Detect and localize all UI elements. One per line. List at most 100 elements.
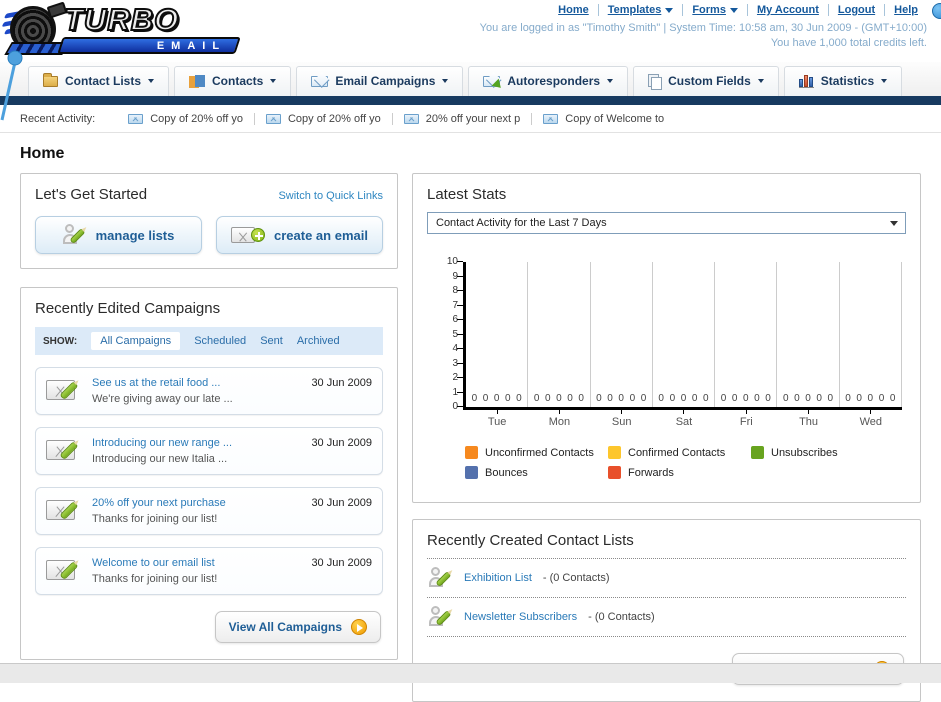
campaign-date: 30 Jun 2009 bbox=[311, 497, 372, 509]
legend-swatch bbox=[465, 466, 478, 479]
data-value-label: 0 bbox=[816, 393, 822, 404]
header-link-my-account[interactable]: My Account bbox=[748, 4, 829, 16]
help-balloon-icon[interactable] bbox=[932, 3, 941, 19]
contact-list-row[interactable]: Newsletter Subscribers - (0 Contacts) bbox=[427, 598, 906, 637]
legend-label: Forwards bbox=[628, 466, 674, 479]
button-label: create an email bbox=[274, 227, 368, 243]
recent-activity-item[interactable]: Copy of Welcome to bbox=[532, 113, 675, 125]
header-link-forms[interactable]: Forms bbox=[683, 4, 748, 16]
x-axis-label: Fri bbox=[739, 416, 753, 428]
y-axis-label: 3 bbox=[452, 357, 458, 369]
chart-category-group: 00000 bbox=[653, 262, 716, 407]
y-axis-tick bbox=[457, 304, 463, 306]
x-axis-label: Mon bbox=[548, 416, 571, 428]
campaign-subtitle: Introducing our new Italia ... bbox=[92, 453, 228, 465]
data-value-label: 0 bbox=[878, 393, 885, 404]
tab-label: Contact Lists bbox=[65, 74, 142, 88]
stats-period-select[interactable]: Contact Activity for the Last 7 Days bbox=[427, 212, 906, 234]
envelope-icon bbox=[128, 113, 144, 124]
tab-label: Custom Fields bbox=[668, 74, 751, 88]
view-all-campaigns-button[interactable]: View All Campaigns bbox=[214, 611, 381, 643]
recent-activity-bar: Recent Activity: Copy of 20% off yo Copy… bbox=[0, 105, 941, 133]
activity-item-label: 20% off your next p bbox=[425, 112, 521, 125]
campaign-row[interactable]: See us at the retail food ... We're givi… bbox=[35, 367, 383, 415]
contact-list-link[interactable]: Exhibition List bbox=[464, 572, 532, 584]
x-axis-tick bbox=[808, 410, 810, 414]
campaign-filters: SHOW: All Campaigns Scheduled Sent Archi… bbox=[35, 327, 383, 355]
contact-list-link[interactable]: Newsletter Subscribers bbox=[464, 611, 577, 623]
contact-list-count: - (0 Contacts) bbox=[588, 611, 655, 623]
contact-list-row[interactable]: Exhibition List - (0 Contacts) bbox=[427, 559, 906, 598]
campaign-title-link[interactable]: See us at the retail food ... bbox=[92, 375, 301, 391]
header-link-help[interactable]: Help bbox=[885, 4, 927, 16]
switch-quick-links-link[interactable]: Switch to Quick Links bbox=[278, 190, 383, 202]
chevron-down-icon bbox=[270, 79, 277, 83]
x-axis-tick bbox=[558, 410, 560, 414]
recent-activity-item[interactable]: 20% off your next p bbox=[393, 112, 533, 125]
main-nav: Contact Lists Contacts Email Campaigns A… bbox=[0, 62, 941, 96]
data-value-label: 0 bbox=[556, 393, 562, 404]
contact-list-count: - (0 Contacts) bbox=[542, 572, 610, 584]
x-axis-cell: Fri bbox=[715, 410, 777, 428]
campaign-title-link[interactable]: 20% off your next purchase bbox=[92, 495, 301, 511]
data-value-label: 0 bbox=[720, 393, 727, 404]
filter-archived[interactable]: Archived bbox=[297, 335, 340, 347]
y-axis-tick bbox=[457, 319, 463, 320]
header-link-templates[interactable]: Templates bbox=[599, 4, 684, 16]
link-label: My Account bbox=[756, 4, 819, 16]
tab-email-campaigns[interactable]: Email Campaigns bbox=[296, 66, 464, 96]
chart-category-group: 00000 bbox=[777, 262, 840, 407]
chevron-down-icon bbox=[665, 7, 674, 13]
recent-activity-item[interactable]: Copy of 20% off yo bbox=[117, 112, 255, 125]
chart-category-group: 00000 bbox=[840, 262, 902, 407]
envelope-plus-icon bbox=[231, 226, 266, 244]
tab-custom-fields[interactable]: Custom Fields bbox=[633, 66, 779, 96]
y-axis-label: 4 bbox=[452, 343, 458, 354]
tab-contacts[interactable]: Contacts bbox=[174, 66, 292, 96]
data-value-label: 0 bbox=[596, 393, 602, 404]
data-value-label: 0 bbox=[680, 393, 687, 404]
data-value-label: 0 bbox=[731, 393, 738, 404]
logo-banner: EMAIL bbox=[57, 37, 241, 54]
x-axis-tick bbox=[496, 410, 498, 414]
campaign-row[interactable]: 20% off your next purchase Thanks for jo… bbox=[35, 487, 383, 535]
chevron-down-icon bbox=[442, 79, 449, 83]
envelope-pencil-icon bbox=[46, 558, 82, 584]
recent-activity-item[interactable]: Copy of 20% off yo bbox=[255, 112, 393, 125]
envelope-pencil-icon bbox=[46, 378, 82, 404]
campaign-title-link[interactable]: Introducing our new range ... bbox=[92, 435, 301, 451]
campaign-row[interactable]: Welcome to our email list Thanks for joi… bbox=[35, 547, 383, 595]
tab-contact-lists[interactable]: Contact Lists bbox=[28, 66, 170, 96]
header: TURBO EMAIL Home Templates Forms My Acco… bbox=[0, 0, 941, 121]
tab-autoresponders[interactable]: Autoresponders bbox=[468, 66, 629, 96]
latest-stats-panel: Latest Stats Contact Activity for the La… bbox=[412, 173, 921, 503]
filter-all-campaigns[interactable]: All Campaigns bbox=[91, 332, 181, 350]
legend-swatch bbox=[608, 446, 621, 459]
header-link-home[interactable]: Home bbox=[549, 4, 599, 16]
app-logo: TURBO EMAIL bbox=[1, 1, 248, 58]
x-axis-tick bbox=[870, 410, 872, 414]
person-pencil-icon bbox=[429, 606, 453, 628]
campaign-row[interactable]: Introducing our new range ... Introducin… bbox=[35, 427, 383, 475]
y-axis-label: 9 bbox=[452, 270, 458, 282]
legend-item: Confirmed Contacts bbox=[608, 446, 751, 459]
button-label: View All Campaigns bbox=[228, 620, 342, 634]
data-value-label: 0 bbox=[567, 393, 573, 404]
campaign-title-link[interactable]: Welcome to our email list bbox=[92, 555, 301, 571]
filter-sent[interactable]: Sent bbox=[260, 335, 283, 347]
legend-label: Unsubscribes bbox=[771, 446, 838, 459]
session-status: You are logged in as "Timothy Smith" | S… bbox=[480, 21, 927, 51]
person-pencil-icon bbox=[429, 567, 453, 589]
x-axis-cell: Mon bbox=[528, 410, 590, 428]
envelope-arrow-icon bbox=[483, 75, 501, 87]
y-axis-label: 7 bbox=[452, 299, 458, 311]
envelope-icon bbox=[403, 113, 419, 124]
chevron-down-icon bbox=[881, 79, 888, 83]
create-email-button[interactable]: create an email bbox=[216, 216, 383, 254]
header-link-logout[interactable]: Logout bbox=[829, 4, 886, 16]
envelope-icon bbox=[543, 113, 559, 124]
filter-scheduled[interactable]: Scheduled bbox=[194, 335, 246, 347]
manage-lists-button[interactable]: manage lists bbox=[35, 216, 202, 254]
tab-statistics[interactable]: Statistics bbox=[783, 66, 903, 96]
x-axis-label: Sat bbox=[675, 416, 693, 428]
